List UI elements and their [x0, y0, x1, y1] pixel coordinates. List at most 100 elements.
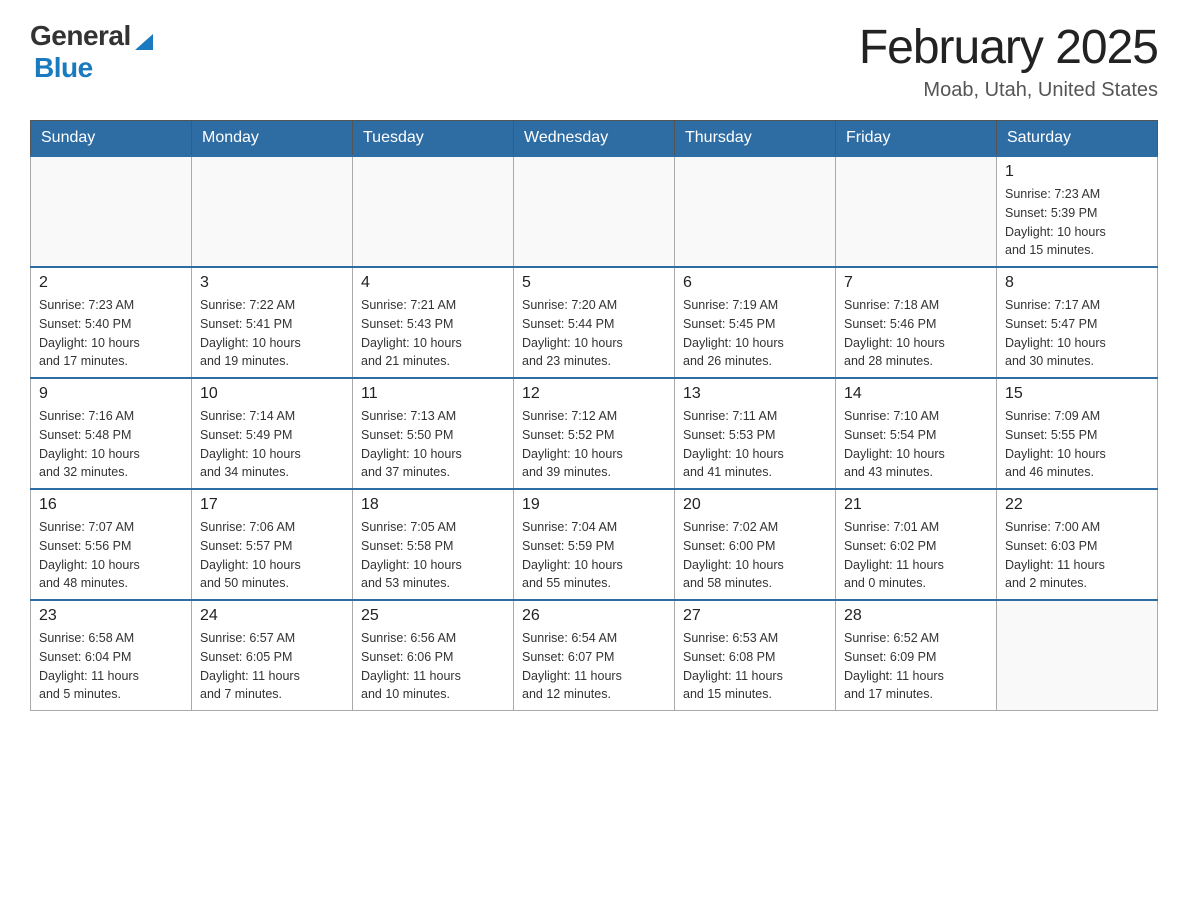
logo-triangle-icon: [133, 30, 155, 52]
day-info: Sunrise: 6:58 AMSunset: 6:04 PMDaylight:…: [39, 629, 183, 704]
day-number: 20: [683, 496, 827, 514]
calendar-cell: 13 Sunrise: 7:11 AMSunset: 5:53 PMDayligh…: [675, 378, 836, 489]
calendar-cell: 2 Sunrise: 7:23 AMSunset: 5:40 PMDaylight…: [31, 267, 192, 378]
calendar-cell: 26Sunrise: 6:54 AMSunset: 6:07 PMDayligh…: [514, 600, 675, 711]
day-number: 4: [361, 274, 505, 292]
page-header: General Blue February 2025 Moab, Utah, U…: [30, 20, 1158, 102]
day-number: 2: [39, 274, 183, 292]
day-number: 1: [1005, 163, 1149, 181]
weekday-header-sunday: Sunday: [31, 121, 192, 157]
day-info: Sunrise: 7:05 AMSunset: 5:58 PMDaylight:…: [361, 518, 505, 593]
day-number: 13: [683, 385, 827, 403]
calendar-cell: 1 Sunrise: 7:23 AMSunset: 5:39 PMDaylight…: [997, 156, 1158, 267]
calendar-cell: 6 Sunrise: 7:19 AMSunset: 5:45 PMDaylight…: [675, 267, 836, 378]
calendar-cell: 22 Sunrise: 7:00 AMSunset: 6:03 PMDayligh…: [997, 489, 1158, 600]
calendar-cell: 24Sunrise: 6:57 AMSunset: 6:05 PMDayligh…: [192, 600, 353, 711]
day-info: Sunrise: 7:10 AMSunset: 5:54 PMDaylight:…: [844, 407, 988, 482]
logo: General Blue: [30, 20, 155, 84]
day-info: Sunrise: 7:19 AMSunset: 5:45 PMDaylight:…: [683, 296, 827, 371]
calendar-cell: [997, 600, 1158, 711]
day-number: 19: [522, 496, 666, 514]
calendar-cell: 17 Sunrise: 7:06 AMSunset: 5:57 PMDayligh…: [192, 489, 353, 600]
calendar-cell: 9 Sunrise: 7:16 AMSunset: 5:48 PMDaylight…: [31, 378, 192, 489]
weekday-header-saturday: Saturday: [997, 121, 1158, 157]
day-info: Sunrise: 7:16 AMSunset: 5:48 PMDaylight:…: [39, 407, 183, 482]
day-info: Sunrise: 7:07 AMSunset: 5:56 PMDaylight:…: [39, 518, 183, 593]
calendar-cell: 20 Sunrise: 7:02 AMSunset: 6:00 PMDayligh…: [675, 489, 836, 600]
day-info: Sunrise: 7:22 AMSunset: 5:41 PMDaylight:…: [200, 296, 344, 371]
day-number: 23: [39, 607, 183, 625]
calendar-cell: 23 Sunrise: 6:58 AMSunset: 6:04 PMDayligh…: [31, 600, 192, 711]
day-info: Sunrise: 7:11 AMSunset: 5:53 PMDaylight:…: [683, 407, 827, 482]
day-number: 10: [200, 385, 344, 403]
day-number: 16: [39, 496, 183, 514]
day-number: 18: [361, 496, 505, 514]
day-info: Sunrise: 7:00 AMSunset: 6:03 PMDaylight:…: [1005, 518, 1149, 593]
week-row-2: 2 Sunrise: 7:23 AMSunset: 5:40 PMDaylight…: [31, 267, 1158, 378]
day-number: 6: [683, 274, 827, 292]
day-info: Sunrise: 6:53 AMSunset: 6:08 PMDaylight:…: [683, 629, 827, 704]
calendar-cell: 3 Sunrise: 7:22 AMSunset: 5:41 PMDaylight…: [192, 267, 353, 378]
day-info: Sunrise: 7:12 AMSunset: 5:52 PMDaylight:…: [522, 407, 666, 482]
calendar-cell: 21Sunrise: 7:01 AMSunset: 6:02 PMDayligh…: [836, 489, 997, 600]
calendar-cell: 19 Sunrise: 7:04 AMSunset: 5:59 PMDayligh…: [514, 489, 675, 600]
day-info: Sunrise: 7:23 AMSunset: 5:39 PMDaylight:…: [1005, 185, 1149, 260]
weekday-header-thursday: Thursday: [675, 121, 836, 157]
day-info: Sunrise: 7:17 AMSunset: 5:47 PMDaylight:…: [1005, 296, 1149, 371]
day-info: Sunrise: 7:06 AMSunset: 5:57 PMDaylight:…: [200, 518, 344, 593]
day-number: 3: [200, 274, 344, 292]
calendar-cell: 25 Sunrise: 6:56 AMSunset: 6:06 PMDayligh…: [353, 600, 514, 711]
calendar-cell: 15 Sunrise: 7:09 AMSunset: 5:55 PMDayligh…: [997, 378, 1158, 489]
calendar-cell: [353, 156, 514, 267]
page-subtitle: Moab, Utah, United States: [859, 79, 1158, 102]
calendar-cell: 10Sunrise: 7:14 AMSunset: 5:49 PMDayligh…: [192, 378, 353, 489]
calendar-cell: [192, 156, 353, 267]
day-info: Sunrise: 6:56 AMSunset: 6:06 PMDaylight:…: [361, 629, 505, 704]
calendar-cell: 28Sunrise: 6:52 AMSunset: 6:09 PMDayligh…: [836, 600, 997, 711]
day-number: 9: [39, 385, 183, 403]
day-number: 5: [522, 274, 666, 292]
day-number: 25: [361, 607, 505, 625]
calendar-cell: 27 Sunrise: 6:53 AMSunset: 6:08 PMDayligh…: [675, 600, 836, 711]
week-row-4: 16 Sunrise: 7:07 AMSunset: 5:56 PMDayligh…: [31, 489, 1158, 600]
calendar-cell: [514, 156, 675, 267]
calendar-cell: 11 Sunrise: 7:13 AMSunset: 5:50 PMDayligh…: [353, 378, 514, 489]
day-info: Sunrise: 7:02 AMSunset: 6:00 PMDaylight:…: [683, 518, 827, 593]
day-info: Sunrise: 7:23 AMSunset: 5:40 PMDaylight:…: [39, 296, 183, 371]
weekday-header-monday: Monday: [192, 121, 353, 157]
weekday-header-row: SundayMondayTuesdayWednesdayThursdayFrid…: [31, 121, 1158, 157]
day-number: 17: [200, 496, 344, 514]
logo-blue-text: Blue: [34, 52, 93, 84]
calendar-cell: 8 Sunrise: 7:17 AMSunset: 5:47 PMDaylight…: [997, 267, 1158, 378]
calendar-cell: 16 Sunrise: 7:07 AMSunset: 5:56 PMDayligh…: [31, 489, 192, 600]
day-number: 27: [683, 607, 827, 625]
calendar-table: SundayMondayTuesdayWednesdayThursdayFrid…: [30, 120, 1158, 711]
day-number: 15: [1005, 385, 1149, 403]
day-info: Sunrise: 6:57 AMSunset: 6:05 PMDaylight:…: [200, 629, 344, 704]
day-info: Sunrise: 7:20 AMSunset: 5:44 PMDaylight:…: [522, 296, 666, 371]
logo-general-text: General: [30, 20, 131, 52]
calendar-cell: 7 Sunrise: 7:18 AMSunset: 5:46 PMDaylight…: [836, 267, 997, 378]
day-number: 8: [1005, 274, 1149, 292]
calendar-cell: [675, 156, 836, 267]
day-info: Sunrise: 7:21 AMSunset: 5:43 PMDaylight:…: [361, 296, 505, 371]
day-info: Sunrise: 7:04 AMSunset: 5:59 PMDaylight:…: [522, 518, 666, 593]
week-row-3: 9 Sunrise: 7:16 AMSunset: 5:48 PMDaylight…: [31, 378, 1158, 489]
day-number: 7: [844, 274, 988, 292]
day-number: 26: [522, 607, 666, 625]
day-info: Sunrise: 7:18 AMSunset: 5:46 PMDaylight:…: [844, 296, 988, 371]
calendar-cell: 18 Sunrise: 7:05 AMSunset: 5:58 PMDayligh…: [353, 489, 514, 600]
day-info: Sunrise: 6:52 AMSunset: 6:09 PMDaylight:…: [844, 629, 988, 704]
day-number: 11: [361, 385, 505, 403]
day-info: Sunrise: 7:09 AMSunset: 5:55 PMDaylight:…: [1005, 407, 1149, 482]
calendar-cell: 12Sunrise: 7:12 AMSunset: 5:52 PMDayligh…: [514, 378, 675, 489]
calendar-cell: 14Sunrise: 7:10 AMSunset: 5:54 PMDayligh…: [836, 378, 997, 489]
day-number: 22: [1005, 496, 1149, 514]
day-info: Sunrise: 7:13 AMSunset: 5:50 PMDaylight:…: [361, 407, 505, 482]
weekday-header-friday: Friday: [836, 121, 997, 157]
calendar-cell: [836, 156, 997, 267]
calendar-cell: 4 Sunrise: 7:21 AMSunset: 5:43 PMDaylight…: [353, 267, 514, 378]
day-number: 21: [844, 496, 988, 514]
calendar-cell: [31, 156, 192, 267]
weekday-header-wednesday: Wednesday: [514, 121, 675, 157]
